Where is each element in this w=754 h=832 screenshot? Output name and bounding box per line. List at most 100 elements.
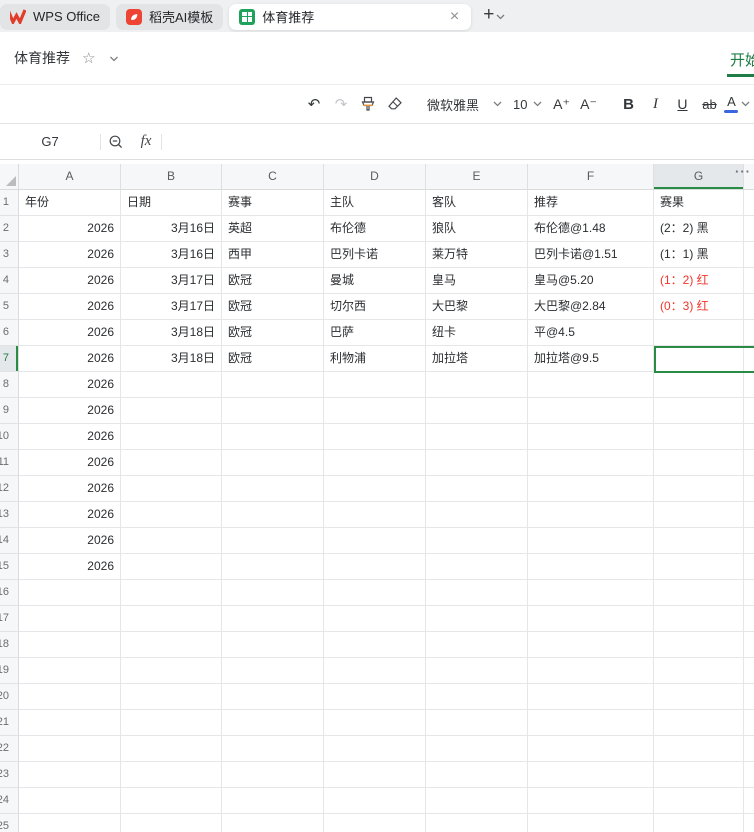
cell-A25[interactable] (19, 814, 121, 832)
cell-C11[interactable] (222, 450, 324, 476)
cell-C8[interactable] (222, 372, 324, 398)
select-all-corner[interactable] (0, 164, 19, 190)
cell-F21[interactable] (528, 710, 654, 736)
row-header-7[interactable]: 7 (0, 346, 19, 372)
cell-E3[interactable]: 莱万特 (426, 242, 528, 268)
cell-G9[interactable] (654, 398, 744, 424)
cell-B10[interactable] (121, 424, 222, 450)
cell-G15[interactable] (654, 554, 744, 580)
cell-F2[interactable]: 布伦德@1.48 (528, 216, 654, 242)
cell-G17[interactable] (654, 606, 744, 632)
cell-A23[interactable] (19, 762, 121, 788)
row-header-11[interactable]: 11 (0, 450, 19, 476)
row-header-19[interactable]: 19 (0, 658, 19, 684)
cell-A7[interactable]: 2026 (19, 346, 121, 372)
cell-D16[interactable] (324, 580, 426, 606)
cell-B14[interactable] (121, 528, 222, 554)
cell-A4[interactable]: 2026 (19, 268, 121, 294)
cell-B12[interactable] (121, 476, 222, 502)
row-header-22[interactable]: 22 (0, 736, 19, 762)
cell-A16[interactable] (19, 580, 121, 606)
zoom-search-icon[interactable] (101, 129, 131, 155)
tab-wps-office[interactable]: WPS Office (0, 3, 110, 30)
cell-D20[interactable] (324, 684, 426, 710)
cell-A9[interactable]: 2026 (19, 398, 121, 424)
cell-E11[interactable] (426, 450, 528, 476)
row-header-18[interactable]: 18 (0, 632, 19, 658)
cell-D17[interactable] (324, 606, 426, 632)
cell-G5[interactable]: (0：3) 红 (654, 294, 744, 320)
cell-B4[interactable]: 3月17日 (121, 268, 222, 294)
cell-C22[interactable] (222, 736, 324, 762)
cell-A17[interactable] (19, 606, 121, 632)
cell-D9[interactable] (324, 398, 426, 424)
cell-A3[interactable]: 2026 (19, 242, 121, 268)
ribbon-tab-home[interactable]: 开始 (726, 49, 754, 77)
cell-D13[interactable] (324, 502, 426, 528)
cell-C16[interactable] (222, 580, 324, 606)
format-painter-icon[interactable] (356, 91, 380, 117)
column-header-C[interactable]: C (222, 164, 324, 190)
column-header-E[interactable]: E (426, 164, 528, 190)
cell-E8[interactable] (426, 372, 528, 398)
cell-B25[interactable] (121, 814, 222, 832)
cell-G8[interactable] (654, 372, 744, 398)
cell-E18[interactable] (426, 632, 528, 658)
cell-F24[interactable] (528, 788, 654, 814)
cell-G18[interactable] (654, 632, 744, 658)
cell-A20[interactable] (19, 684, 121, 710)
cell-C6[interactable]: 欧冠 (222, 320, 324, 346)
tab-sports-recommendation[interactable]: 体育推荐 × (229, 3, 472, 30)
cell-B6[interactable]: 3月18日 (121, 320, 222, 346)
row-header-13[interactable]: 13 (0, 502, 19, 528)
row-header-15[interactable]: 15 (0, 554, 19, 580)
cell-G25[interactable] (654, 814, 744, 832)
cell-G21[interactable] (654, 710, 744, 736)
cell-G3[interactable]: (1：1) 黑 (654, 242, 744, 268)
cell-A11[interactable]: 2026 (19, 450, 121, 476)
cell-F9[interactable] (528, 398, 654, 424)
cell-B5[interactable]: 3月17日 (121, 294, 222, 320)
cell-D6[interactable]: 巴萨 (324, 320, 426, 346)
cell-C24[interactable] (222, 788, 324, 814)
cell-A8[interactable]: 2026 (19, 372, 121, 398)
cell-A21[interactable] (19, 710, 121, 736)
cell-F11[interactable] (528, 450, 654, 476)
cell-G24[interactable] (654, 788, 744, 814)
cell-C5[interactable]: 欧冠 (222, 294, 324, 320)
favorite-star-icon[interactable]: ☆ (82, 49, 95, 67)
cell-E23[interactable] (426, 762, 528, 788)
increase-font-size-button[interactable]: A⁺ (549, 91, 573, 117)
strikethrough-button[interactable]: ab (697, 91, 721, 117)
cell-B11[interactable] (121, 450, 222, 476)
cell-D5[interactable]: 切尔西 (324, 294, 426, 320)
cell-B23[interactable] (121, 762, 222, 788)
cell-D14[interactable] (324, 528, 426, 554)
cell-D24[interactable] (324, 788, 426, 814)
cell-F25[interactable] (528, 814, 654, 832)
cell-B9[interactable] (121, 398, 222, 424)
cell-F8[interactable] (528, 372, 654, 398)
cell-C10[interactable] (222, 424, 324, 450)
row-header-17[interactable]: 17 (0, 606, 19, 632)
cell-E17[interactable] (426, 606, 528, 632)
cell-C15[interactable] (222, 554, 324, 580)
cell-B15[interactable] (121, 554, 222, 580)
cell-D25[interactable] (324, 814, 426, 832)
more-columns-indicator[interactable]: ··· (735, 165, 751, 178)
cell-C23[interactable] (222, 762, 324, 788)
cell-E9[interactable] (426, 398, 528, 424)
row-header-8[interactable]: 8 (0, 372, 19, 398)
italic-button[interactable]: I (643, 91, 667, 117)
cell-C9[interactable] (222, 398, 324, 424)
cell-D18[interactable] (324, 632, 426, 658)
cell-D7[interactable]: 利物浦 (324, 346, 426, 372)
cell-F10[interactable] (528, 424, 654, 450)
cell-F13[interactable] (528, 502, 654, 528)
row-header-14[interactable]: 14 (0, 528, 19, 554)
cell-C2[interactable]: 英超 (222, 216, 324, 242)
row-header-16[interactable]: 16 (0, 580, 19, 606)
cell-B16[interactable] (121, 580, 222, 606)
cell-F23[interactable] (528, 762, 654, 788)
close-tab-icon[interactable]: × (448, 8, 461, 25)
